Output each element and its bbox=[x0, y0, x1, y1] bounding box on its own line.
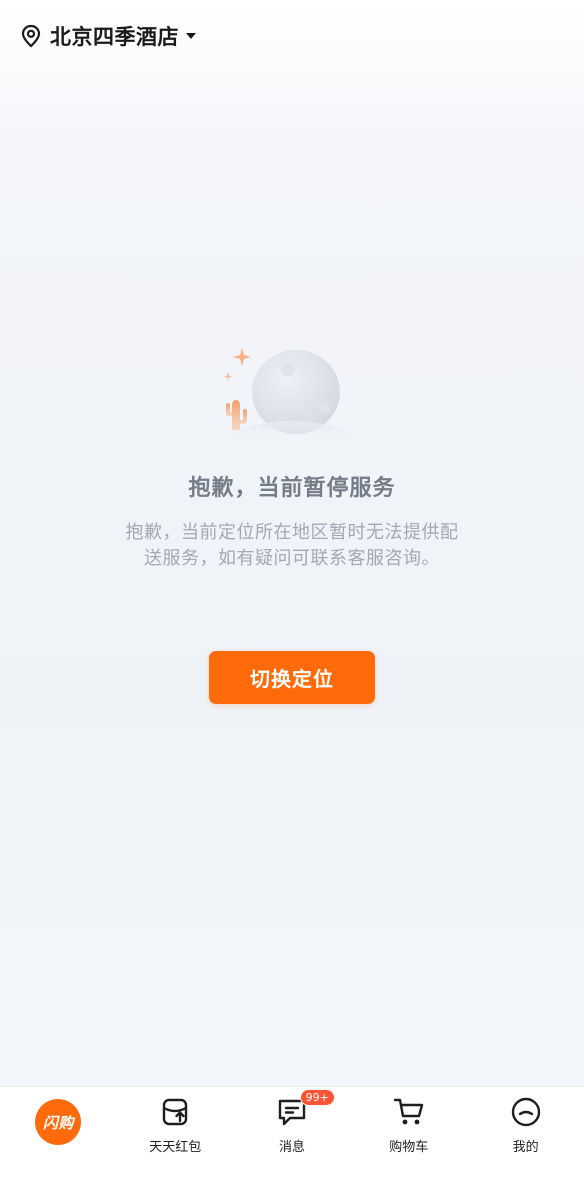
page: 北京四季酒店 抱歉，当前暂停服务 抱歉，当前定位所在地区暂时无法提供配送服务，如… bbox=[0, 0, 584, 1200]
caret-down-icon[interactable] bbox=[185, 29, 199, 43]
location-label[interactable]: 北京四季酒店 bbox=[50, 21, 179, 51]
header: 北京四季酒店 bbox=[0, 0, 584, 72]
tab-red-packet[interactable]: 天天红包 bbox=[117, 1087, 234, 1200]
tab-red-packet-label: 天天红包 bbox=[149, 1140, 202, 1155]
tab-cart-label: 购物车 bbox=[389, 1140, 429, 1155]
tab-shangou[interactable]: 闪购 bbox=[0, 1087, 117, 1200]
cart-icon[interactable] bbox=[392, 1095, 426, 1129]
red-packet-icon[interactable] bbox=[158, 1095, 192, 1129]
switch-location-button[interactable]: 切换定位 bbox=[209, 651, 375, 704]
tab-messages-label: 消息 bbox=[278, 1140, 305, 1155]
moon-cactus-illustration bbox=[212, 340, 372, 440]
tab-profile-label: 我的 bbox=[512, 1140, 539, 1155]
tab-bar: 闪购 天天红包 99+ 消息 购物车 我的 bbox=[0, 1086, 584, 1200]
shangou-logo-icon[interactable]: 闪购 bbox=[35, 1099, 82, 1145]
tab-profile[interactable]: 我的 bbox=[467, 1087, 584, 1200]
profile-icon[interactable] bbox=[509, 1095, 543, 1129]
tab-messages[interactable]: 99+ 消息 bbox=[234, 1087, 351, 1200]
empty-state-description: 抱歉，当前定位所在地区暂时无法提供配送服务，如有疑问可联系客服咨询。 bbox=[125, 522, 459, 569]
tab-shangou-label: 闪购 bbox=[42, 1113, 74, 1132]
empty-state-title: 抱歉，当前暂停服务 bbox=[188, 476, 396, 501]
location-pin-icon[interactable] bbox=[18, 23, 44, 49]
message-count-badge: 99+ bbox=[299, 1089, 335, 1106]
tab-cart[interactable]: 购物车 bbox=[350, 1087, 467, 1200]
